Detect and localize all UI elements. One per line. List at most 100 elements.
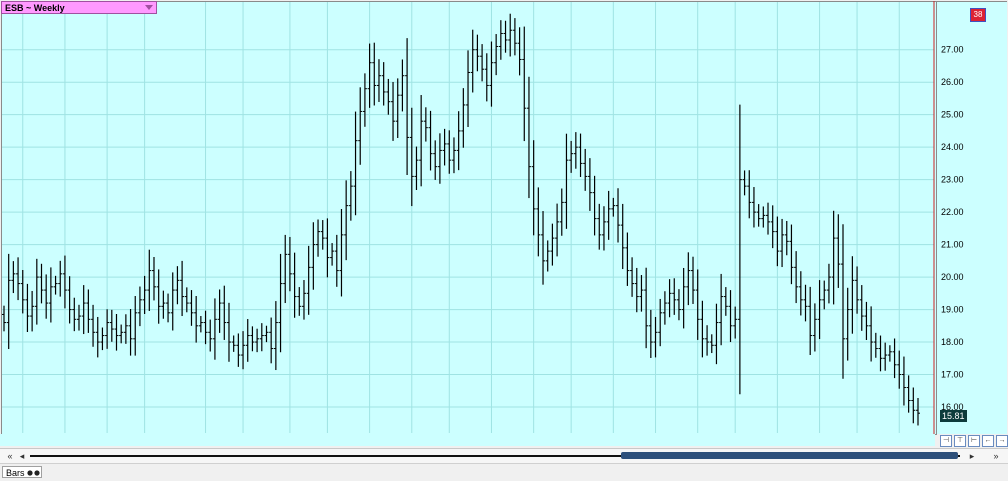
ohlc-bar (531, 140, 536, 236)
ohlc-bar (756, 204, 761, 227)
ohlc-bar (53, 275, 58, 295)
status-bar: Bars (0, 463, 1008, 481)
arrow-left-icon[interactable]: ◂ (16, 451, 28, 461)
ohlc-bar (423, 107, 428, 142)
ohlc-bar (67, 276, 72, 324)
y-tick-label: 27.00 (941, 45, 964, 55)
y-tick-label: 23.00 (941, 175, 964, 185)
ohlc-bar (620, 203, 625, 270)
ohlc-bar (653, 316, 658, 358)
ohlc-bar (644, 267, 649, 349)
ohlc-bar (44, 274, 49, 319)
ohlc-bar (686, 252, 691, 306)
bars-tab-label: Bars (6, 468, 25, 478)
ohlc-bar (555, 203, 560, 257)
corner-badge[interactable]: 38 (970, 8, 986, 22)
nav-button-5[interactable]: → (996, 435, 1008, 447)
ohlc-bar (367, 43, 372, 108)
arrow-right-icon[interactable]: ▸ (966, 451, 978, 461)
ohlc-bar (297, 287, 302, 316)
y-tick-label: 24.00 (941, 142, 964, 152)
ohlc-bar (803, 284, 808, 322)
nav-button-2[interactable]: ⊤ (954, 435, 966, 447)
ohlc-bar (901, 356, 906, 406)
chevron-down-icon[interactable] (145, 5, 153, 10)
ohlc-bar (241, 331, 246, 370)
ohlc-bar (775, 216, 780, 267)
price-chart: 16.0017.0018.0019.0020.0021.0022.0023.00… (2, 1, 964, 445)
ohlc-bar (316, 219, 321, 257)
ohlc-bar (714, 303, 719, 365)
ohlc-bar (292, 252, 297, 318)
ohlc-bar (119, 324, 124, 344)
ohlc-bar (522, 26, 527, 142)
ohlc-bar (667, 279, 672, 318)
ohlc-bar (208, 319, 213, 352)
ohlc-bar (850, 256, 855, 334)
double-arrow-left-icon[interactable]: « (4, 451, 16, 461)
ohlc-bar (751, 187, 756, 228)
ohlc-bar (766, 202, 771, 235)
ohlc-bar (48, 267, 53, 323)
ohlc-bar (437, 133, 442, 184)
ohlc-bar (789, 224, 794, 285)
y-tick-label: 18.00 (941, 337, 964, 347)
ohlc-bar (151, 257, 156, 301)
horizontal-scrollbar[interactable]: « ◂ ▸ » (0, 448, 1008, 463)
ohlc-bar (742, 170, 747, 196)
ohlc-bar (887, 345, 892, 362)
ohlc-bar (869, 306, 874, 362)
ohlc-bar (569, 140, 574, 173)
ohlc-bar (517, 27, 522, 76)
ohlc-bar (648, 309, 653, 358)
ohlc-bar (616, 188, 621, 243)
ohlc-bar (428, 110, 433, 171)
ohlc-bar (128, 309, 133, 356)
nav-button-3[interactable]: ⊢ (968, 435, 980, 447)
ohlc-bar (6, 253, 11, 350)
ohlc-bar (841, 224, 846, 379)
ohlc-bar (845, 287, 850, 361)
ohlc-bar (142, 275, 147, 315)
last-price-label: 15.81 (940, 410, 967, 422)
ohlc-bar (798, 271, 803, 316)
nav-button-4[interactable]: ← (982, 435, 994, 447)
ohlc-bar (878, 335, 883, 372)
ohlc-bar (883, 342, 888, 371)
ohlc-bar (484, 53, 489, 102)
ohlc-bar (892, 338, 897, 379)
ohlc-bar (601, 206, 606, 251)
ohlc-bar (873, 332, 878, 358)
bars-tab[interactable]: Bars (2, 466, 42, 478)
ohlc-bar (780, 218, 785, 268)
y-tick-label: 25.00 (941, 110, 964, 120)
ohlc-bar (662, 291, 667, 325)
scroll-thumb[interactable] (621, 452, 958, 459)
ohlc-bar (34, 258, 39, 325)
ohlc-bars (2, 13, 920, 426)
ohlc-bar (137, 286, 142, 327)
ohlc-bar (301, 280, 306, 320)
ohlc-bar (217, 289, 222, 333)
toggle-icon[interactable] (27, 470, 41, 476)
ohlc-bar (489, 41, 494, 107)
ohlc-bar (456, 111, 461, 171)
ohlc-bar (212, 298, 217, 360)
symbol-title-dropdown[interactable]: ESB ~ Weekly (1, 1, 157, 14)
chart-frame: 16.00 17.00 18.00 19.00 20.00 21.00 22.00 23.00… (0, 0, 1008, 445)
ohlc-bar (376, 59, 381, 102)
ohlc-bar (737, 104, 742, 395)
ohlc-bar (695, 269, 700, 340)
ohlc-bar (72, 297, 77, 332)
double-arrow-right-icon[interactable]: » (990, 451, 1002, 461)
ohlc-bar (597, 203, 602, 250)
ohlc-bar (339, 208, 344, 297)
ohlc-bar (691, 256, 696, 304)
nav-button-1[interactable]: ⊣ (940, 435, 952, 447)
ohlc-bar (583, 148, 588, 191)
ohlc-bar (109, 309, 114, 342)
ohlc-bar (100, 327, 105, 351)
ohlc-bar (123, 314, 128, 344)
ohlc-bar (625, 232, 630, 286)
ohlc-bar (461, 88, 466, 148)
